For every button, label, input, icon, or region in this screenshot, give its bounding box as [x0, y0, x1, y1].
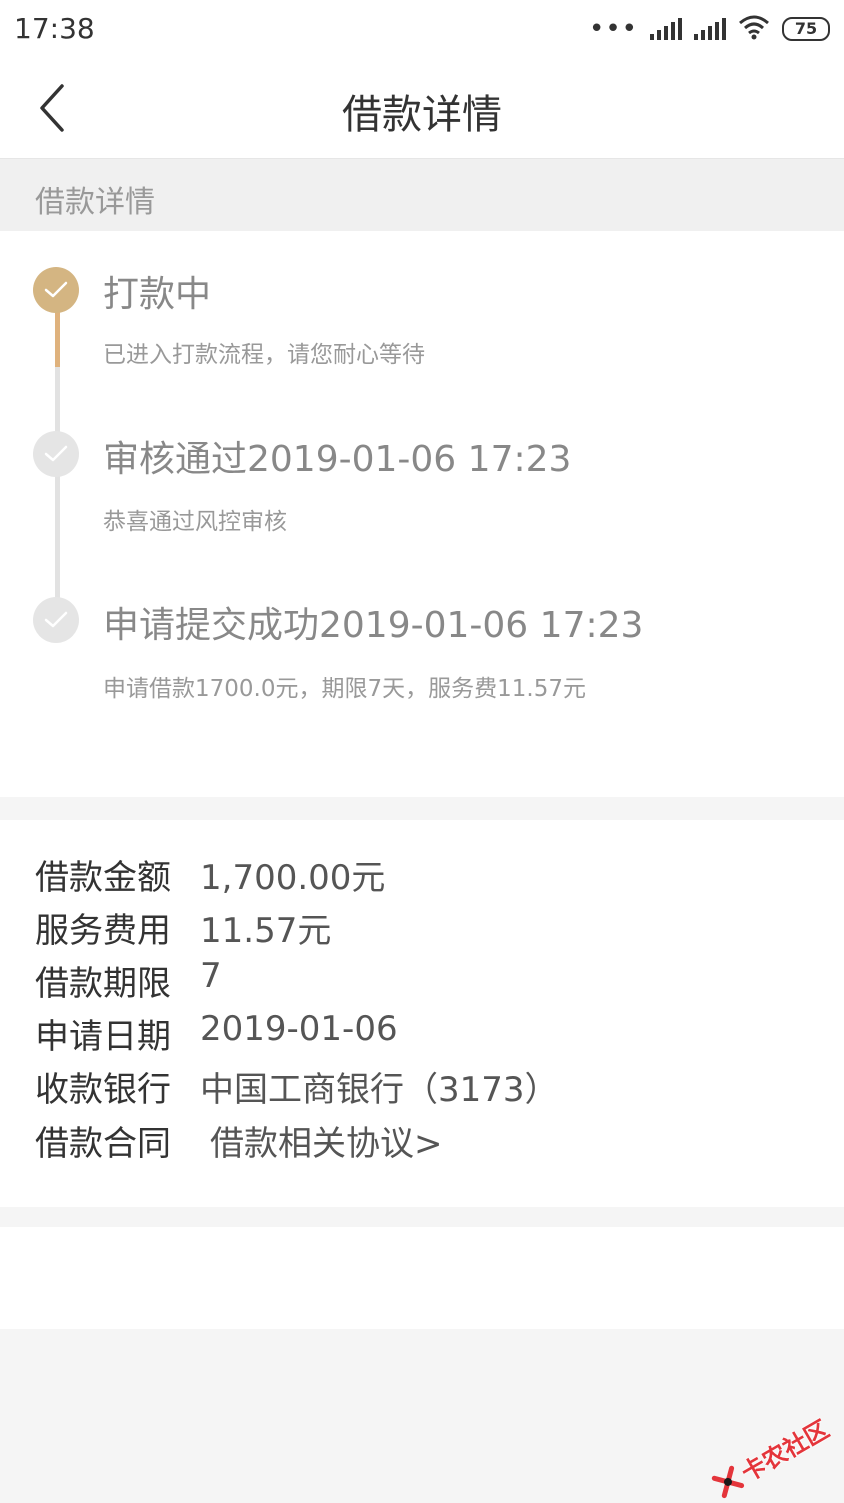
- info-value: 11.57元: [200, 911, 332, 951]
- step-check-icon: [33, 431, 79, 477]
- watermark-text: 卡农社区: [736, 1415, 834, 1488]
- step-desc: 恭喜通过风控审核: [103, 509, 287, 535]
- step-title: 审核通过2019-01-06 17:23: [103, 439, 572, 480]
- status-time: 17:38: [14, 12, 95, 45]
- info-row-fee: 服务费用 11.57元: [35, 903, 331, 952]
- section-header: 借款详情: [0, 159, 844, 231]
- loan-info-panel: 借款金额 1,700.00元 服务费用 11.57元 借款期限 7 申请日期 2…: [0, 820, 844, 1207]
- info-row-date: 申请日期 2019-01-06: [35, 1009, 398, 1058]
- info-value: 7: [200, 956, 222, 996]
- info-value: 1,700.00元: [200, 858, 386, 898]
- header: 借款详情: [0, 58, 844, 159]
- watermark: 卡农社区: [708, 1410, 835, 1503]
- info-row-contract: 借款合同 借款相关协议>: [35, 1116, 443, 1165]
- info-value: 2019-01-06: [200, 1009, 398, 1049]
- info-label: 借款期限: [35, 964, 171, 1004]
- timeline-line: [55, 367, 60, 617]
- page-title: 借款详情: [342, 92, 502, 138]
- battery-icon: 75: [782, 17, 830, 41]
- info-label: 申请日期: [35, 1017, 171, 1057]
- info-label: 服务费用: [35, 911, 171, 951]
- section-label: 借款详情: [35, 185, 155, 220]
- step-check-icon: [33, 597, 79, 643]
- more-dots-icon: •••: [588, 14, 638, 44]
- step-title: 打款中: [103, 274, 212, 315]
- wifi-icon: [738, 14, 770, 44]
- signal-icon: [694, 18, 726, 40]
- info-label: 借款金额: [35, 858, 171, 898]
- step-check-icon: [33, 267, 79, 313]
- contract-link[interactable]: 借款相关协议>: [210, 1116, 443, 1165]
- info-row-amount: 借款金额 1,700.00元: [35, 850, 385, 899]
- status-bar: 17:38 ••• 75: [0, 0, 844, 58]
- step-desc: 申请借款1700.0元，期限7天，服务费11.57元: [103, 676, 586, 702]
- status-timeline: 打款中 已进入打款流程，请您耐心等待 审核通过2019-01-06 17:23 …: [0, 231, 844, 797]
- info-value: 中国工商银行（3173）: [200, 1070, 559, 1110]
- info-row-bank: 收款银行 中国工商银行（3173）: [35, 1062, 559, 1111]
- info-label: 收款银行: [35, 1070, 171, 1110]
- status-icons: ••• 75: [589, 14, 830, 44]
- step-title: 申请提交成功2019-01-06 17:23: [103, 605, 644, 646]
- blank-panel: [0, 1227, 844, 1329]
- info-row-term: 借款期限 7: [35, 956, 222, 1005]
- signal-icon: [650, 18, 682, 40]
- step-desc: 已进入打款流程，请您耐心等待: [103, 342, 425, 368]
- info-label: 借款合同: [35, 1124, 171, 1164]
